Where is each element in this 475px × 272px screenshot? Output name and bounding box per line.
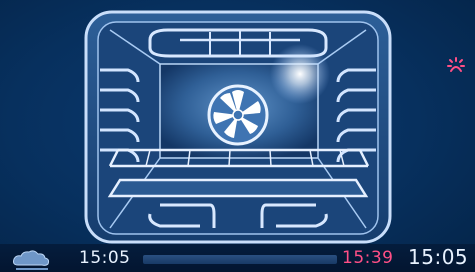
oven-cavity-icon bbox=[84, 10, 392, 244]
oven-display: 15:05 15:39 15:05 bbox=[0, 0, 475, 272]
cooking-progress-bar bbox=[143, 255, 337, 264]
elapsed-time: 15:05 bbox=[79, 248, 131, 268]
heat-indicator-icon bbox=[447, 57, 465, 72]
end-time[interactable]: 15:39 bbox=[342, 248, 394, 268]
clock[interactable]: 15:05 bbox=[408, 245, 468, 269]
status-bar: 15:05 15:39 15:05 bbox=[0, 244, 475, 272]
fan-icon bbox=[207, 84, 269, 146]
steam-cloud-icon[interactable] bbox=[10, 247, 54, 271]
